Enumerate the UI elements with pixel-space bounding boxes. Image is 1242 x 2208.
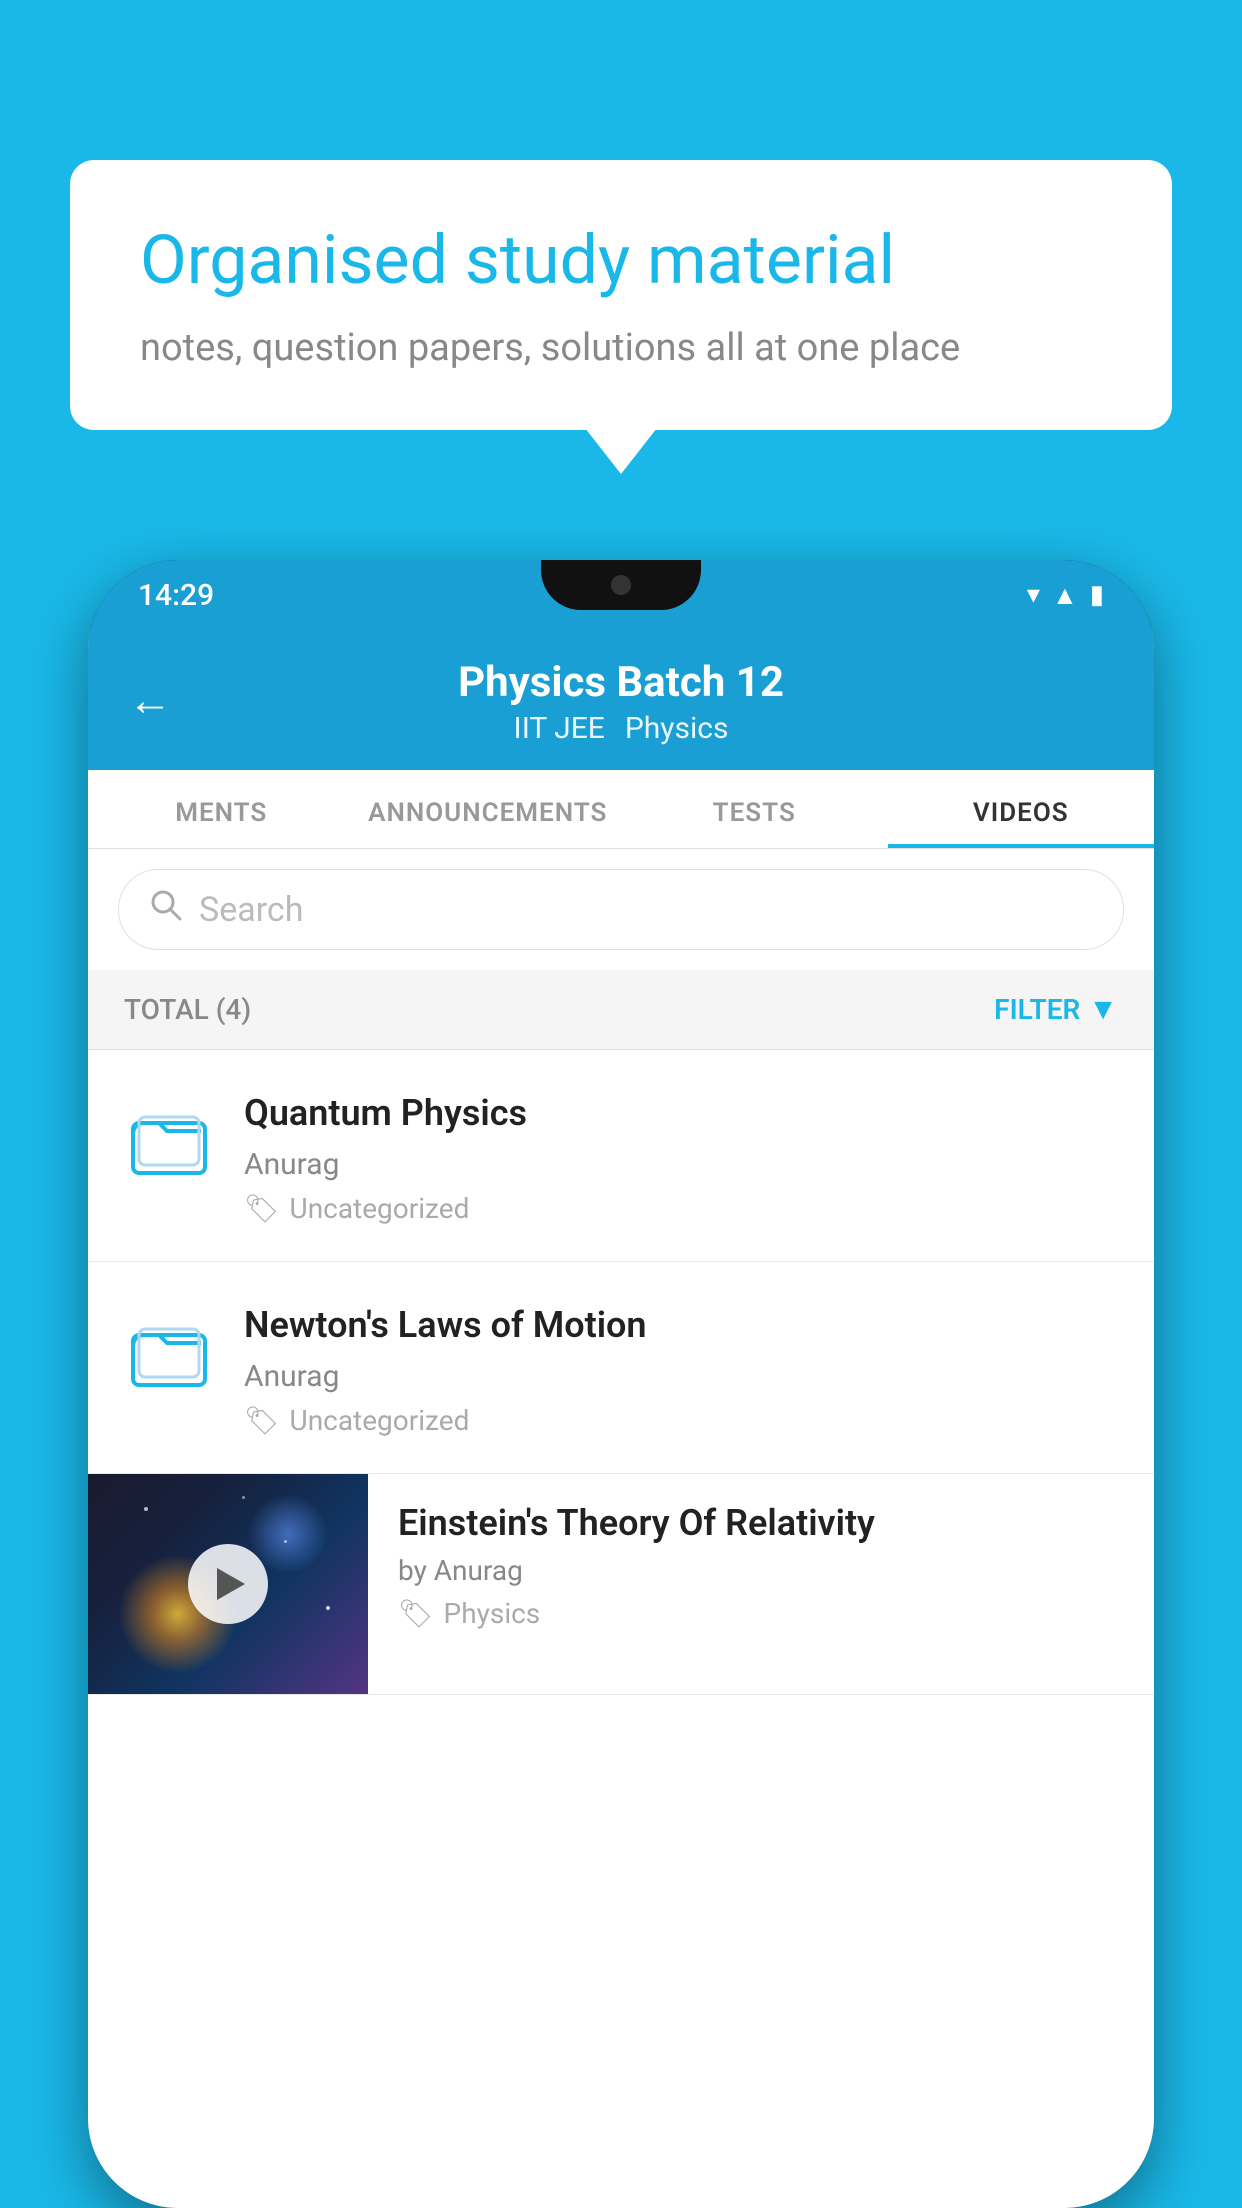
wifi-icon: ▾	[1027, 580, 1040, 610]
video-tag: 🏷 Physics	[398, 1597, 1124, 1630]
video-author: Anurag	[244, 1147, 1118, 1182]
video-title: Newton's Laws of Motion	[244, 1302, 1118, 1349]
header-title: Physics Batch 12	[458, 658, 784, 707]
play-button[interactable]	[188, 1544, 268, 1624]
list-item[interactable]: Quantum Physics Anurag 🏷 Uncategorized	[88, 1050, 1154, 1262]
battery-icon: ▮	[1090, 580, 1104, 610]
status-bar: 14:29 ▾ ▲ ▮	[88, 560, 1154, 630]
filter-button[interactable]: FILTER ▼	[994, 992, 1118, 1027]
video-info: Einstein's Theory Of Relativity by Anura…	[368, 1474, 1154, 1658]
folder-icon-wrapper	[124, 1086, 214, 1196]
list-item[interactable]: Einstein's Theory Of Relativity by Anura…	[88, 1474, 1154, 1695]
speech-bubble-container: Organised study material notes, question…	[70, 160, 1172, 430]
list-item[interactable]: Newton's Laws of Motion Anurag 🏷 Uncateg…	[88, 1262, 1154, 1474]
video-author: Anurag	[244, 1359, 1118, 1394]
folder-icon	[129, 1101, 209, 1181]
tag-icon: 🏷	[244, 1192, 280, 1225]
app-header: ← Physics Batch 12 IIT JEE Physics	[88, 630, 1154, 770]
signal-icon: ▲	[1052, 580, 1078, 611]
tag-text: Uncategorized	[290, 1192, 470, 1225]
tag-icon: 🏷	[244, 1404, 280, 1437]
play-icon	[217, 1568, 245, 1600]
search-container: Search	[88, 849, 1154, 970]
filter-bar: TOTAL (4) FILTER ▼	[88, 970, 1154, 1050]
filter-label: FILTER	[994, 993, 1080, 1026]
tab-tests[interactable]: TESTS	[621, 770, 888, 848]
tag-icon: 🏷	[398, 1597, 434, 1630]
header-subtitle: IIT JEE Physics	[514, 711, 729, 746]
header-subtitle-batch: IIT JEE	[514, 711, 605, 746]
video-tag: 🏷 Uncategorized	[244, 1192, 1118, 1225]
phone-content: ← Physics Batch 12 IIT JEE Physics MENTS…	[88, 630, 1154, 2208]
video-list: Quantum Physics Anurag 🏷 Uncategorized	[88, 1050, 1154, 2208]
video-thumbnail	[88, 1474, 368, 1694]
header-subtitle-subject: Physics	[625, 711, 729, 746]
video-title: Einstein's Theory Of Relativity	[398, 1502, 1124, 1544]
tag-text: Uncategorized	[290, 1404, 470, 1437]
camera-dot	[611, 575, 631, 595]
bubble-subtitle: notes, question papers, solutions all at…	[140, 326, 1102, 370]
video-author: by Anurag	[398, 1554, 1124, 1587]
folder-icon-wrapper	[124, 1298, 214, 1408]
total-count: TOTAL (4)	[124, 993, 251, 1026]
folder-icon	[129, 1313, 209, 1393]
search-bar[interactable]: Search	[118, 869, 1124, 950]
phone-frame: 14:29 ▾ ▲ ▮ ← Physics Batch 12 IIT JEE P…	[88, 560, 1154, 2208]
tab-announcements[interactable]: ANNOUNCEMENTS	[355, 770, 622, 848]
status-time: 14:29	[138, 578, 214, 613]
search-icon	[149, 888, 183, 931]
video-info: Quantum Physics Anurag 🏷 Uncategorized	[244, 1086, 1118, 1225]
search-placeholder: Search	[199, 890, 303, 930]
status-icons: ▾ ▲ ▮	[1027, 580, 1104, 611]
video-title: Quantum Physics	[244, 1090, 1118, 1137]
tab-videos[interactable]: VIDEOS	[888, 770, 1155, 848]
notch	[541, 560, 701, 610]
tab-ments[interactable]: MENTS	[88, 770, 355, 848]
tag-text: Physics	[444, 1597, 541, 1630]
video-tag: 🏷 Uncategorized	[244, 1404, 1118, 1437]
video-info: Newton's Laws of Motion Anurag 🏷 Uncateg…	[244, 1298, 1118, 1437]
back-button[interactable]: ←	[128, 674, 172, 726]
filter-icon: ▼	[1088, 992, 1118, 1027]
speech-bubble: Organised study material notes, question…	[70, 160, 1172, 430]
tabs-bar: MENTS ANNOUNCEMENTS TESTS VIDEOS	[88, 770, 1154, 849]
bubble-title: Organised study material	[140, 220, 1102, 302]
